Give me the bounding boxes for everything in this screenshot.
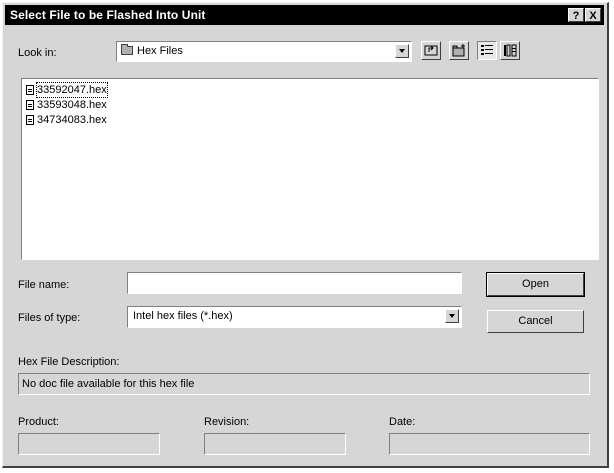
hex-file-description-label: Hex File Description: <box>18 356 120 368</box>
folder-icon <box>121 44 133 55</box>
window-title: Select File to be Flashed Into Unit <box>10 8 206 22</box>
look-in-value: Hex Files <box>137 45 183 57</box>
cancel-button[interactable]: Cancel <box>487 310 584 333</box>
file-list[interactable]: 33592047.hex 33593048.hex 34734083.hex <box>21 78 599 260</box>
up-one-level-icon[interactable] <box>421 41 441 60</box>
create-new-folder-icon[interactable] <box>449 41 469 60</box>
close-button[interactable]: X <box>585 8 601 22</box>
files-of-type-label: Files of type: <box>18 312 81 324</box>
files-of-type-value: Intel hex files (*.hex) <box>133 310 233 322</box>
details-view-icon[interactable] <box>500 41 520 60</box>
product-field <box>18 433 160 455</box>
files-of-type-dropdown-arrow-icon[interactable] <box>445 309 459 323</box>
help-button[interactable]: ? <box>568 8 584 22</box>
revision-field <box>204 433 346 455</box>
files-of-type-combo[interactable]: Intel hex files (*.hex) <box>127 306 462 328</box>
hex-file-description-field: No doc file available for this hex file <box>18 373 590 395</box>
look-in-label: Look in: <box>18 47 57 59</box>
file-dialog-window: Select File to be Flashed Into Unit ? X … <box>2 2 609 468</box>
hex-file-description-value: No doc file available for this hex file <box>22 378 195 390</box>
look-in-dropdown-arrow-icon[interactable] <box>395 44 409 58</box>
file-icon <box>26 115 34 125</box>
file-icon <box>26 100 34 110</box>
file-name: 33592047.hex <box>36 82 108 98</box>
revision-label: Revision: <box>204 416 250 428</box>
file-name: 33593048.hex <box>37 99 107 111</box>
file-name: 34734083.hex <box>37 114 107 126</box>
file-icon <box>26 85 34 95</box>
list-view-icon[interactable] <box>477 41 497 60</box>
title-bar[interactable]: Select File to be Flashed Into Unit ? X <box>5 5 604 25</box>
product-label: Product: <box>18 416 59 428</box>
file-name-label: File name: <box>18 279 70 291</box>
file-name-field[interactable] <box>127 272 462 294</box>
date-field <box>389 433 590 455</box>
open-button[interactable]: Open <box>486 272 585 297</box>
date-label: Date: <box>389 416 416 428</box>
look-in-combo[interactable]: Hex Files <box>116 41 412 62</box>
